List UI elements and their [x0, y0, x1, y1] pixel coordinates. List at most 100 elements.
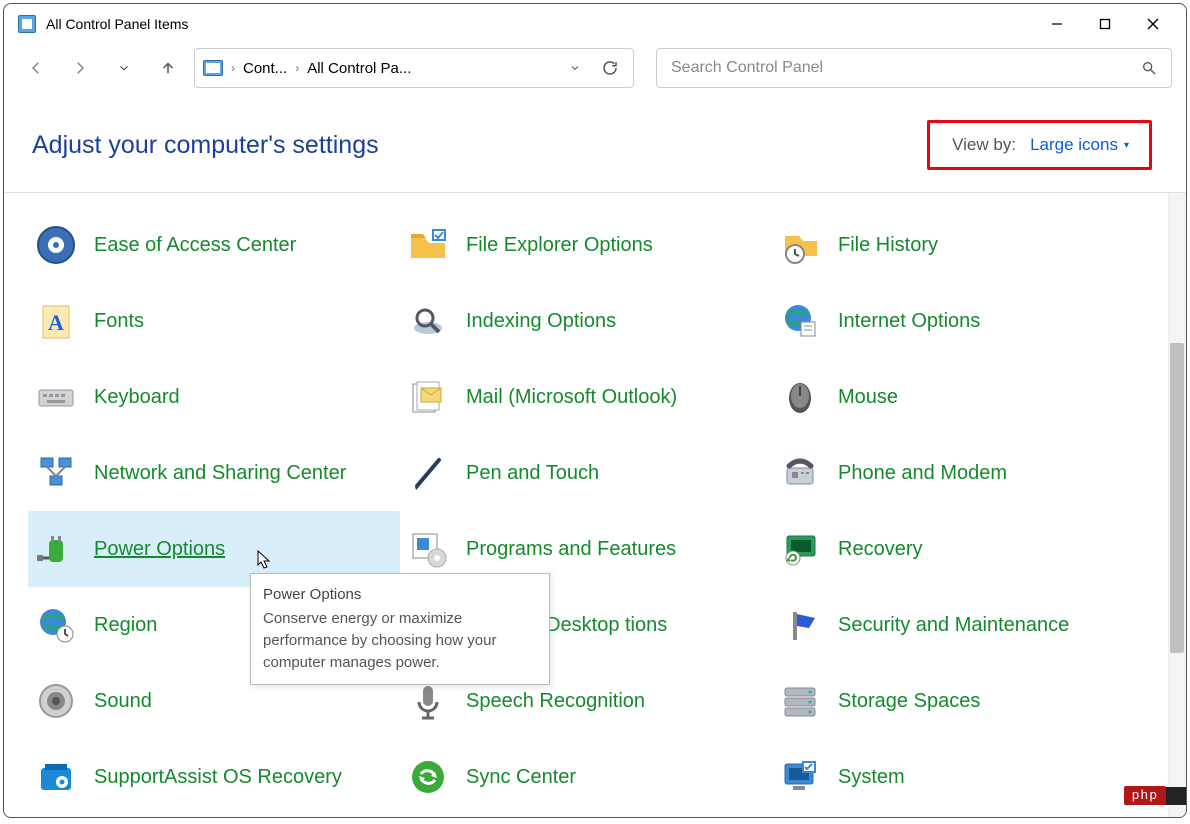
- titlebar-right: [1034, 6, 1176, 42]
- address-bar[interactable]: › Cont... › All Control Pa...: [194, 48, 634, 88]
- item-indexing-options[interactable]: Indexing Options: [400, 283, 772, 359]
- item-label: Programs and Features: [466, 537, 676, 561]
- minimize-button[interactable]: [1034, 6, 1080, 42]
- item-label: File History: [838, 233, 938, 257]
- network-icon: [34, 451, 78, 495]
- tooltip-body: Conserve energy or maximize performance …: [263, 608, 537, 674]
- titlebar: All Control Panel Items: [4, 4, 1186, 44]
- forward-button[interactable]: [62, 50, 98, 86]
- back-button[interactable]: [18, 50, 54, 86]
- item-label: Recovery: [838, 537, 922, 561]
- tooltip: Power Options Conserve energy or maximiz…: [250, 573, 550, 685]
- svg-text:A: A: [48, 310, 64, 335]
- item-keyboard[interactable]: Keyboard: [28, 359, 400, 435]
- app-icon: [18, 15, 36, 33]
- recent-dropdown[interactable]: [106, 50, 142, 86]
- scrollbar[interactable]: [1168, 193, 1186, 817]
- pen-icon: [406, 451, 450, 495]
- item-label: Sync Center: [466, 765, 576, 789]
- indexing-icon: [406, 299, 450, 343]
- control-panel-addr-icon: [203, 60, 223, 76]
- breadcrumb-sep-icon: ›: [231, 61, 235, 75]
- item-label: Indexing Options: [466, 309, 616, 333]
- item-label: Speech Recognition: [466, 689, 645, 713]
- search-icon[interactable]: [1141, 60, 1157, 76]
- phone-icon: [778, 451, 822, 495]
- item-system[interactable]: System: [772, 739, 1144, 815]
- view-by-dropdown[interactable]: Large icons ▾: [1030, 135, 1129, 155]
- item-label: Power Options: [94, 537, 225, 561]
- item-label: File Explorer Options: [466, 233, 653, 257]
- item-label: Keyboard: [94, 385, 180, 409]
- scrollbar-thumb[interactable]: [1170, 343, 1184, 653]
- view-by-value: Large icons: [1030, 135, 1118, 155]
- address-dropdown[interactable]: [569, 62, 581, 74]
- titlebar-left: All Control Panel Items: [18, 15, 188, 33]
- page-title: Adjust your computer's settings: [32, 131, 379, 160]
- item-ease-of-access[interactable]: Ease of Access Center: [28, 207, 400, 283]
- item-label: Ease of Access Center: [94, 233, 296, 257]
- item-network-sharing[interactable]: Network and Sharing Center: [28, 435, 400, 511]
- item-label: Region: [94, 613, 157, 637]
- item-label: System: [838, 765, 905, 789]
- supportassist-icon: [34, 755, 78, 799]
- mouse-icon: [778, 375, 822, 419]
- sound-icon: [34, 679, 78, 723]
- item-supportassist[interactable]: SupportAssist OS Recovery: [28, 739, 400, 815]
- item-file-explorer-options[interactable]: File Explorer Options: [400, 207, 772, 283]
- item-label: Pen and Touch: [466, 461, 599, 485]
- region-icon: [34, 603, 78, 647]
- file-history-icon: [778, 223, 822, 267]
- up-button[interactable]: [150, 50, 186, 86]
- item-label: Security and Maintenance: [838, 613, 1069, 637]
- breadcrumb-1[interactable]: Cont...: [243, 60, 287, 77]
- system-icon: [778, 755, 822, 799]
- fonts-icon: A: [34, 299, 78, 343]
- item-mail[interactable]: Mail (Microsoft Outlook): [400, 359, 772, 435]
- storage-icon: [778, 679, 822, 723]
- programs-icon: [406, 527, 450, 571]
- breadcrumb-2[interactable]: All Control Pa...: [307, 60, 411, 77]
- recovery-icon: [778, 527, 822, 571]
- view-by-highlight: View by: Large icons ▾: [927, 120, 1152, 170]
- item-phone-modem[interactable]: Phone and Modem: [772, 435, 1144, 511]
- window-title: All Control Panel Items: [46, 16, 188, 32]
- item-label: Phone and Modem: [838, 461, 1007, 485]
- item-internet-options[interactable]: Internet Options: [772, 283, 1144, 359]
- chevron-down-icon: ▾: [1124, 140, 1129, 151]
- close-button[interactable]: [1130, 6, 1176, 42]
- view-by-label: View by:: [952, 135, 1016, 155]
- item-label: SupportAssist OS Recovery: [94, 765, 342, 789]
- internet-options-icon: [778, 299, 822, 343]
- maximize-button[interactable]: [1082, 6, 1128, 42]
- window-frame: All Control Panel Items: [3, 3, 1187, 818]
- tooltip-title: Power Options: [263, 584, 537, 606]
- item-fonts[interactable]: A Fonts: [28, 283, 400, 359]
- item-pen-touch[interactable]: Pen and Touch: [400, 435, 772, 511]
- breadcrumb-sep-icon: ›: [295, 61, 299, 75]
- item-mouse[interactable]: Mouse: [772, 359, 1144, 435]
- mail-icon: [406, 375, 450, 419]
- item-security-maintenance[interactable]: Security and Maintenance: [772, 587, 1144, 663]
- search-bar[interactable]: [656, 48, 1172, 88]
- search-input[interactable]: [671, 59, 1141, 77]
- item-label: Sound: [94, 689, 152, 713]
- item-label: Mail (Microsoft Outlook): [466, 385, 677, 409]
- watermark-badge: php: [1124, 786, 1166, 805]
- speech-icon: [406, 679, 450, 723]
- content-area: Ease of Access Center File Explorer Opti…: [4, 193, 1186, 817]
- item-label: Network and Sharing Center: [94, 461, 346, 485]
- refresh-button[interactable]: [601, 59, 625, 77]
- folder-options-icon: [406, 223, 450, 267]
- sync-icon: [406, 755, 450, 799]
- ease-of-access-icon: [34, 223, 78, 267]
- nav-row: › Cont... › All Control Pa...: [4, 44, 1186, 92]
- items-grid: Ease of Access Center File Explorer Opti…: [28, 207, 1186, 815]
- keyboard-icon: [34, 375, 78, 419]
- item-file-history[interactable]: File History: [772, 207, 1144, 283]
- item-sync-center[interactable]: Sync Center: [400, 739, 772, 815]
- item-label: Internet Options: [838, 309, 980, 333]
- item-recovery[interactable]: Recovery: [772, 511, 1144, 587]
- item-storage-spaces[interactable]: Storage Spaces: [772, 663, 1144, 739]
- item-label: Mouse: [838, 385, 898, 409]
